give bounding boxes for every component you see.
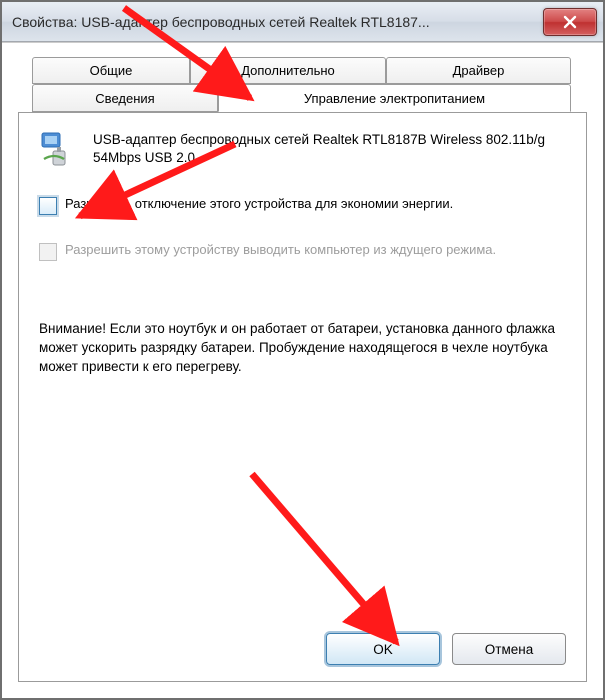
- allow-wake-label: Разрешить этому устройству выводить комп…: [65, 241, 496, 259]
- device-header: USB-адаптер беспроводных сетей Realtek R…: [39, 129, 566, 169]
- ok-button[interactable]: OK: [326, 633, 440, 665]
- close-icon: [563, 15, 577, 29]
- allow-power-off-label: Разрешить отключение этого устройства дл…: [65, 195, 453, 213]
- button-label: Отмена: [485, 642, 533, 657]
- warning-text: Внимание! Если это ноутбук и он работает…: [39, 319, 566, 376]
- allow-wake-row: Разрешить этому устройству выводить комп…: [39, 241, 566, 261]
- tab-general[interactable]: Общие: [32, 57, 190, 84]
- title-bar: Свойства: USB-адаптер беспроводных сетей…: [2, 2, 603, 42]
- tab-label: Управление электропитанием: [304, 91, 485, 106]
- button-label: OK: [373, 642, 393, 657]
- tab-details[interactable]: Сведения: [32, 84, 218, 112]
- tab-label: Общие: [90, 63, 133, 78]
- tab-advanced[interactable]: Дополнительно: [190, 57, 386, 84]
- allow-wake-checkbox: [39, 243, 57, 261]
- properties-dialog: Свойства: USB-адаптер беспроводных сетей…: [0, 0, 605, 700]
- tab-label: Драйвер: [453, 63, 505, 78]
- window-title: Свойства: USB-адаптер беспроводных сетей…: [12, 14, 543, 30]
- close-button[interactable]: [543, 8, 597, 36]
- tab-driver[interactable]: Драйвер: [386, 57, 571, 84]
- button-bar: OK Отмена: [326, 633, 566, 665]
- network-adapter-icon: [39, 129, 79, 169]
- allow-power-off-row: Разрешить отключение этого устройства дл…: [39, 195, 566, 215]
- tab-label: Сведения: [95, 91, 154, 106]
- tab-strip: Общие Дополнительно Драйвер Сведения Упр…: [18, 57, 587, 113]
- tab-container: Общие Дополнительно Драйвер Сведения Упр…: [18, 57, 587, 682]
- tab-pane: USB-адаптер беспроводных сетей Realtek R…: [18, 112, 587, 682]
- allow-power-off-checkbox[interactable]: [39, 197, 57, 215]
- cancel-button[interactable]: Отмена: [452, 633, 566, 665]
- client-area: Общие Дополнительно Драйвер Сведения Упр…: [2, 42, 603, 698]
- tab-label: Дополнительно: [241, 63, 335, 78]
- tab-power-management[interactable]: Управление электропитанием: [218, 84, 571, 112]
- device-name: USB-адаптер беспроводных сетей Realtek R…: [93, 129, 566, 169]
